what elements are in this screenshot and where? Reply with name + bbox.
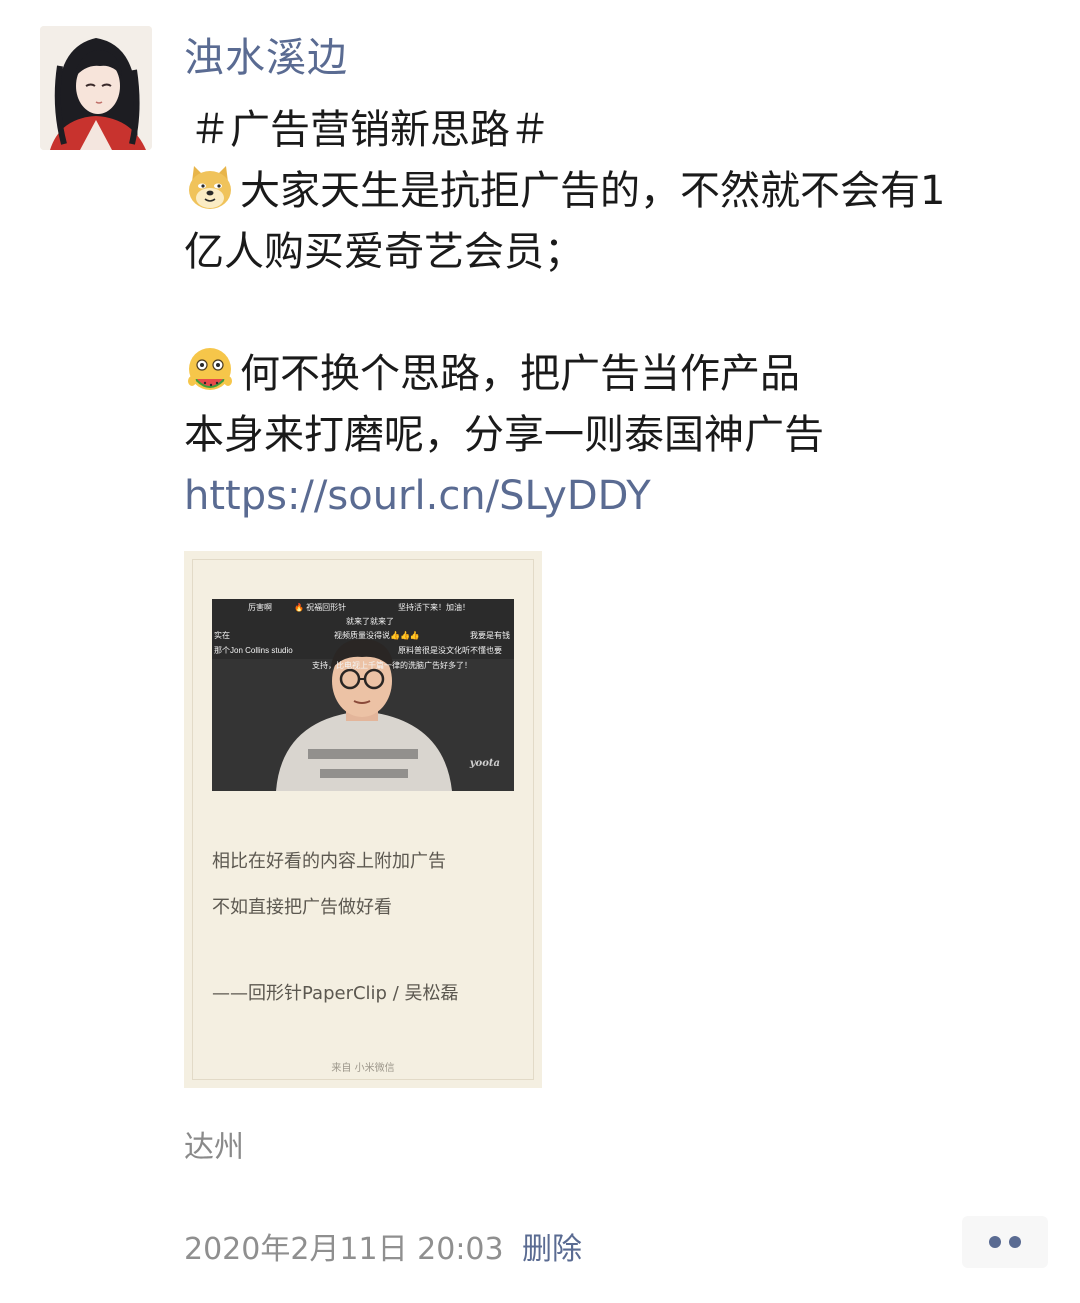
danmaku-comment: 厉害啊 <box>248 603 272 612</box>
danmaku-comment: 坚持活下来！加油！ <box>398 603 470 612</box>
doge-emoji-icon <box>189 166 231 209</box>
more-dots-icon <box>989 1236 1001 1248</box>
paragraph-1-line-1: 大家天生是抗拒广告的，不然就不会有1 <box>184 161 1044 222</box>
post-image[interactable]: 厉害啊 🔥 祝福回形针 坚持活下来！加油！ 就来了就来了 实在 视频质量没得说👍… <box>184 551 542 1088</box>
paragraph-2-text-1: 何不换个思路，把广告当作产品 <box>240 351 800 397</box>
hashtag[interactable]: ＃广告营销新思路＃ <box>184 100 1044 161</box>
quote-attribution: ——回形针PaperClip / 吴松磊 <box>212 983 459 1004</box>
avatar[interactable] <box>40 26 152 150</box>
more-dots-icon <box>1009 1236 1021 1248</box>
danmaku-comment: 原料普很是没文化听不懂也要 <box>398 646 502 655</box>
paragraph-1-text-1: 大家天生是抗拒广告的，不然就不会有1 <box>240 168 946 214</box>
paragraph-2-line-2: 本身来打磨呢，分享一则泰国神广告 <box>184 412 824 458</box>
quote-line-1: 相比在好看的内容上附加广告 <box>212 851 446 872</box>
danmaku-comment: 支持，比电视上千篇一律的洗脑广告好多了！ <box>312 661 472 670</box>
more-options-button[interactable] <box>962 1216 1048 1268</box>
danmaku-comment: 视频质量没得说👍👍👍 <box>334 631 420 640</box>
location-link[interactable]: 达州 <box>184 1122 244 1166</box>
video-watermark: yoota <box>469 758 500 769</box>
danmaku-comment: 实在 <box>214 631 230 640</box>
eating-watermelon-emoji-icon <box>188 348 232 390</box>
person-illustration <box>212 599 514 791</box>
paragraph-1-line-2: 亿人购买爱奇艺会员； <box>184 229 584 275</box>
paragraph-2-line-1: 何不换个思路，把广告当作产品 <box>184 344 1044 405</box>
delete-button[interactable]: 删除 <box>522 1224 582 1268</box>
danmaku-comment: 🔥 祝福回形针 <box>294 603 347 612</box>
post-link[interactable]: https://sourl.cn/SLyDDY <box>184 466 1044 527</box>
danmaku-comment: 就来了就来了 <box>346 617 394 626</box>
danmaku-comment: 那个Jon Collins studio <box>214 646 293 655</box>
avatar-illustration <box>40 26 152 150</box>
post-timestamp: 2020年2月11日 20:03 <box>184 1232 504 1267</box>
post-text: ＃广告营销新思路＃ 大家天生是抗拒广告的，不然就不会有1 亿人购买爱奇艺会员； <box>184 100 1044 527</box>
video-screenshot: 厉害啊 🔥 祝福回形针 坚持活下来！加油！ 就来了就来了 实在 视频质量没得说👍… <box>212 599 514 791</box>
danmaku-comment: 我要是有钱 <box>470 631 510 640</box>
quote-line-2: 不如直接把广告做好看 <box>212 897 392 918</box>
username[interactable]: 浊水溪边 <box>184 30 348 86</box>
image-source: 来自 小米微信 <box>331 1063 395 1074</box>
